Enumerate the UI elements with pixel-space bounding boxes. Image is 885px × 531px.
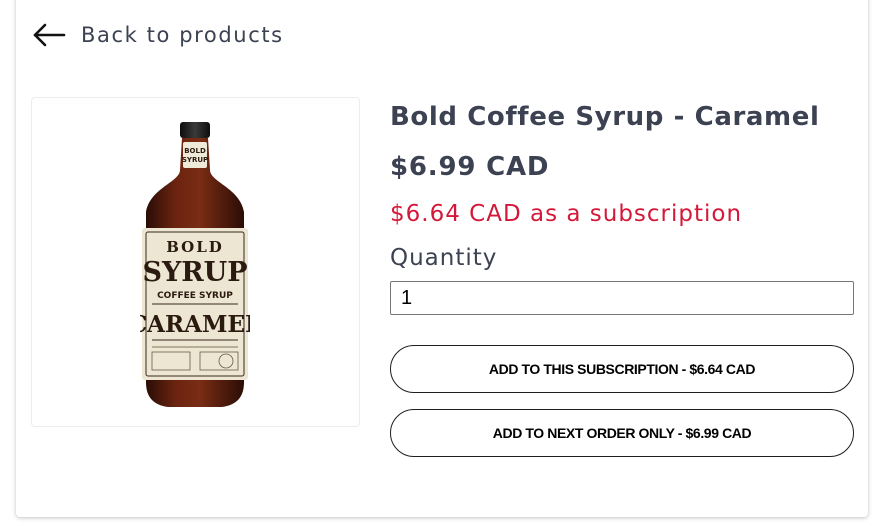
subscription-price: $6.64 CAD as a subscription	[390, 201, 743, 227]
label-top: BOLD	[166, 238, 224, 256]
product-price: $6.99 CAD	[390, 152, 550, 182]
quantity-label: Quantity	[390, 245, 498, 271]
add-to-next-order-button[interactable]: ADD TO NEXT ORDER ONLY - $6.99 CAD	[390, 409, 854, 457]
neck-label-top: BOLD	[184, 147, 206, 155]
back-to-products-link[interactable]: Back to products	[32, 18, 284, 52]
product-image-frame: BOLD SYRUP BOLD SYRUP COFFEE SYRUP CARAM…	[31, 97, 360, 427]
arrow-left-icon	[33, 23, 66, 47]
product-image: BOLD SYRUP BOLD SYRUP COFFEE SYRUP CARAM…	[140, 122, 250, 407]
label-sub: COFFEE SYRUP	[157, 291, 233, 301]
neck-label-bottom: SYRUP	[182, 156, 208, 164]
label-main: SYRUP	[142, 257, 247, 288]
label-flavor: CARAMEL	[140, 311, 250, 338]
add-to-subscription-button[interactable]: ADD TO THIS SUBSCRIPTION - $6.64 CAD	[390, 345, 854, 393]
back-link-label: Back to products	[81, 23, 284, 47]
quantity-input[interactable]	[390, 281, 854, 315]
product-title: Bold Coffee Syrup - Caramel	[390, 102, 820, 132]
